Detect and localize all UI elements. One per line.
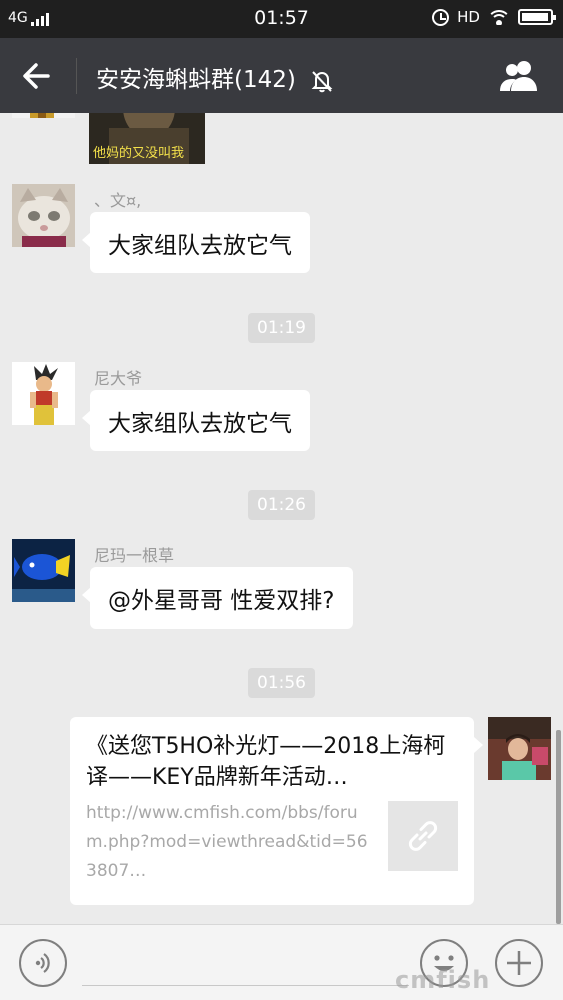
hd-label: HD (457, 8, 480, 26)
chat-title-text: 安安海蝌蚪群(142) (96, 67, 296, 93)
plus-icon (507, 951, 531, 975)
fish-avatar-image (12, 539, 75, 602)
back-button[interactable] (18, 58, 58, 94)
message-bubble[interactable]: 大家组队去放它气 (82, 390, 310, 451)
chat-header: 安安海蝌蚪群(142) (0, 38, 563, 113)
voice-icon (35, 953, 50, 973)
timestamp: 01:19 (248, 313, 315, 343)
message-list[interactable]: 他妈的又没叫我 、文¤, 大家组队去放它气 01:19 尼大爷 大家组队去放它气… (0, 113, 563, 924)
link-icon (408, 821, 438, 851)
scrollbar[interactable] (556, 730, 561, 924)
avatar[interactable] (12, 362, 75, 425)
sender-name: 尼大爷 (94, 369, 143, 388)
my-avatar[interactable] (488, 717, 551, 780)
arrow-left-icon (23, 63, 50, 89)
group-members-button[interactable] (497, 57, 541, 95)
sender-name: 尼玛一根草 (94, 546, 175, 565)
group-members-icon (500, 61, 537, 91)
image-caption: 他妈的又没叫我 (93, 146, 185, 161)
link-card-url: http://www.cmfish.com/bbs/forum.php?mod=… (86, 803, 368, 881)
message-bubble[interactable]: 大家组队去放它气 (82, 212, 310, 273)
watermark: cmfish (395, 966, 491, 994)
link-card[interactable]: 《送您T5HO补光灯——2018上海柯译——KEY品牌新年活动… http://… (70, 717, 483, 905)
link-card-title: 《送您T5HO补光灯——2018上海柯译——KEY品牌新年活动… (86, 734, 446, 790)
avatar[interactable] (12, 113, 75, 118)
voice-button[interactable] (19, 939, 67, 987)
timestamp: 01:56 (248, 668, 315, 698)
status-icons: HD (432, 8, 556, 26)
battery-icon (518, 9, 556, 25)
message-bubble[interactable]: @外星哥哥 性爱双排? (82, 567, 353, 629)
message-input[interactable] (82, 985, 409, 986)
more-button[interactable] (495, 939, 543, 987)
image-message[interactable]: 他妈的又没叫我 (89, 113, 205, 164)
sender-name: 、文¤, (94, 191, 142, 210)
header-divider (76, 58, 77, 94)
bell-off-icon (311, 70, 333, 92)
alarm-icon (432, 8, 450, 26)
cat-avatar-image (12, 184, 75, 247)
status-bar: 4G 01:57 HD (0, 0, 563, 38)
wifi-icon (488, 9, 510, 25)
self-avatar-image (488, 717, 551, 780)
avatar[interactable] (12, 184, 75, 247)
link-card-thumbnail (388, 801, 458, 871)
character-avatar-image (12, 362, 75, 425)
timestamp: 01:26 (248, 490, 315, 520)
avatar[interactable] (12, 539, 75, 602)
chat-title: 安安海蝌蚪群(142) (96, 60, 335, 94)
